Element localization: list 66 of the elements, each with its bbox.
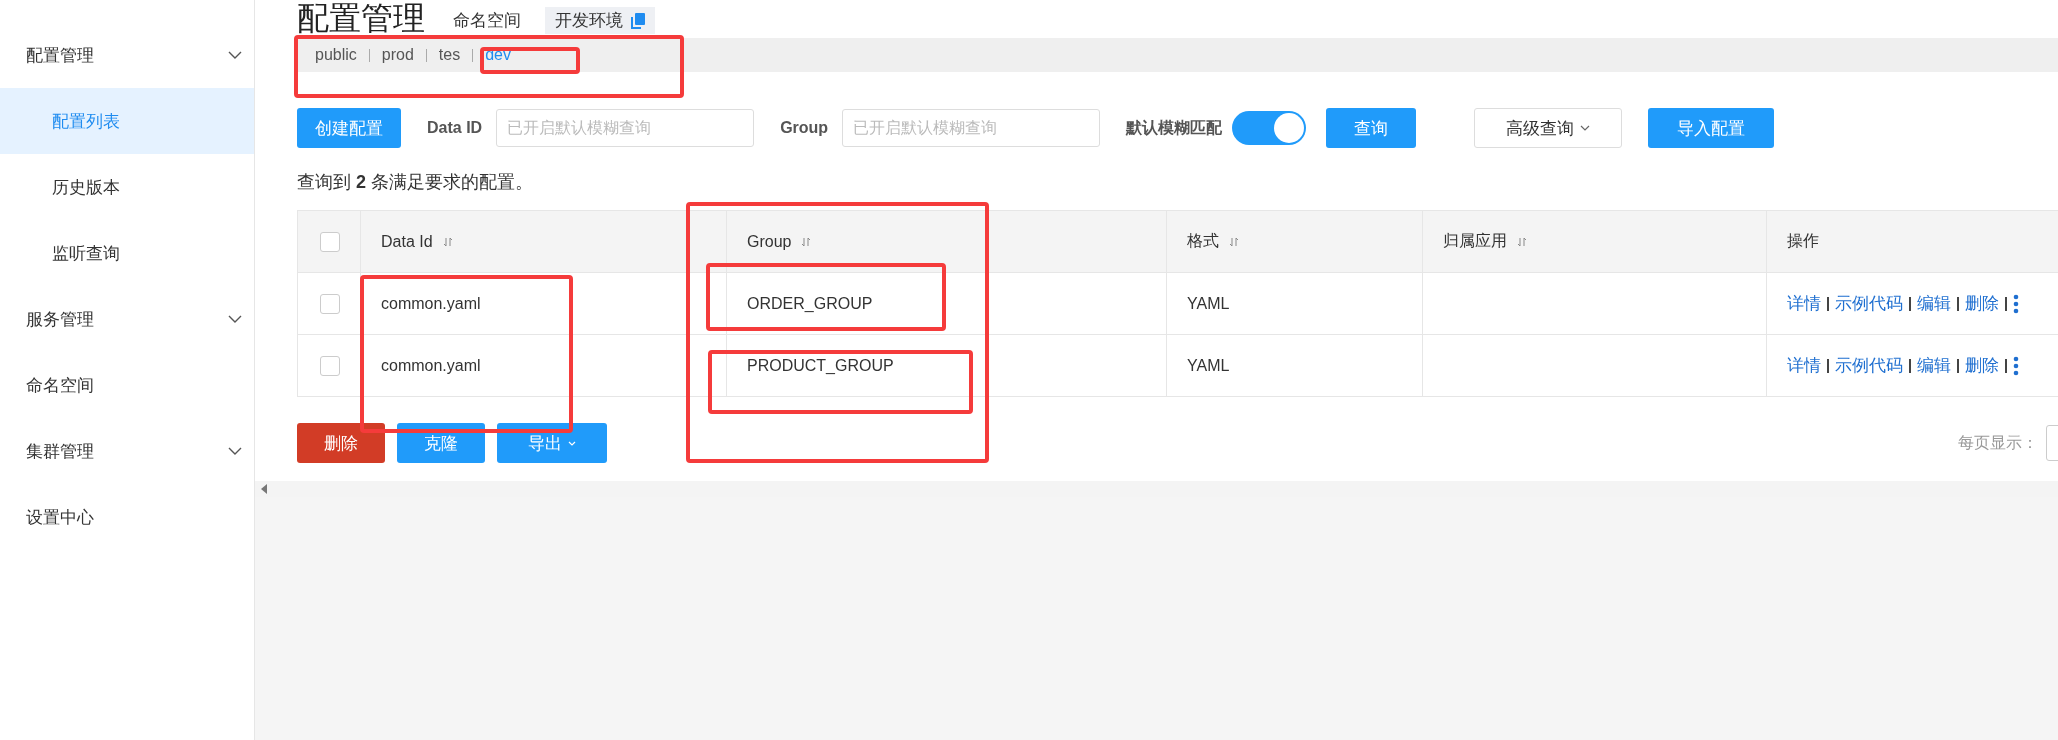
group-field[interactable]: 已开启默认模糊查询 (842, 109, 1101, 147)
caret-icon (1580, 125, 1591, 131)
namespace-tag: 开发环境 (545, 7, 655, 34)
nav-subitem[interactable]: 监听查询 (0, 220, 254, 286)
nav-item[interactable]: 服务管理 (0, 286, 254, 352)
nav-item[interactable]: 命名空间 (0, 352, 254, 418)
nav-item[interactable]: 集群管理 (0, 418, 254, 484)
delete-button[interactable]: 删除 (297, 423, 385, 463)
fuzzy-match-label: 默认模糊匹配 (1126, 117, 1223, 138)
action-link[interactable]: 示例代码 (1835, 354, 1903, 377)
create-config-button[interactable]: 创建配置 (297, 108, 401, 148)
horizontal-scrollbar[interactable] (255, 481, 2058, 497)
data-id-field[interactable]: 已开启默认模糊查询 (496, 109, 755, 147)
column-header: 操作 (1787, 231, 1819, 251)
action-button[interactable]: 克隆 (397, 423, 485, 463)
left-arrow-icon[interactable] (261, 484, 267, 494)
sort-icon[interactable] (1229, 236, 1239, 247)
nav-subitem[interactable]: 配置列表 (0, 88, 254, 154)
sort-icon[interactable] (1517, 236, 1527, 247)
copy-icon[interactable] (631, 12, 645, 29)
checkbox[interactable] (320, 355, 340, 376)
chevron-down-icon (228, 315, 242, 323)
table-cell: YAML (1187, 356, 1230, 375)
result-summary: 查询到 2 条满足要求的配置。 (297, 171, 535, 194)
namespace-link[interactable]: public (315, 46, 357, 64)
search-button[interactable]: 查询 (1326, 108, 1417, 148)
table-cell: common.yaml (381, 294, 481, 313)
more-icon[interactable] (2013, 355, 2019, 376)
more-icon[interactable] (2013, 293, 2019, 314)
page-size-label: 每页显示： (1958, 432, 2038, 453)
data-id-label: Data ID (427, 119, 483, 137)
group-label: Group (780, 119, 829, 137)
table-cell: common.yaml (381, 356, 481, 375)
nav-subitem[interactable]: 历史版本 (0, 154, 254, 220)
action-link[interactable]: 示例代码 (1835, 292, 1903, 315)
table-cell: PRODUCT_GROUP (747, 356, 894, 375)
toggle-switch[interactable] (1232, 111, 1307, 145)
table-cell: ORDER_GROUP (747, 294, 873, 313)
action-link[interactable]: 详情 (1787, 354, 1821, 377)
page-title: 配置管理 (297, 2, 425, 34)
column-header: Group (747, 232, 792, 251)
namespace-link[interactable]: tes (438, 46, 461, 64)
namespace-label: 命名空间 (453, 10, 521, 32)
action-link[interactable]: 删除 (1965, 354, 1999, 377)
nav-item[interactable]: 配置管理 (0, 22, 254, 88)
sort-icon[interactable] (801, 236, 812, 247)
checkbox[interactable] (320, 293, 340, 314)
checkbox[interactable] (320, 231, 340, 252)
table-cell: YAML (1187, 294, 1230, 313)
caret-icon (568, 440, 576, 446)
column-header: 归属应用 (1443, 231, 1507, 251)
namespace-link[interactable]: prod (381, 46, 414, 64)
column-header: Data Id (381, 232, 433, 251)
import-config-button[interactable]: 导入配置 (1648, 108, 1775, 148)
chevron-down-icon (228, 51, 242, 59)
advanced-search-button[interactable]: 高级查询 (1474, 108, 1623, 148)
sort-icon[interactable] (442, 236, 453, 247)
column-header: 格式 (1187, 231, 1219, 251)
chevron-down-icon (228, 447, 242, 455)
action-link[interactable]: 编辑 (1917, 292, 1951, 315)
nav-item[interactable]: 设置中心 (0, 484, 254, 550)
namespace-link[interactable]: dev (485, 46, 511, 64)
action-button[interactable]: 导出 (497, 423, 607, 463)
action-link[interactable]: 删除 (1965, 292, 1999, 315)
action-link[interactable]: 编辑 (1917, 354, 1951, 377)
action-link[interactable]: 详情 (1787, 292, 1821, 315)
